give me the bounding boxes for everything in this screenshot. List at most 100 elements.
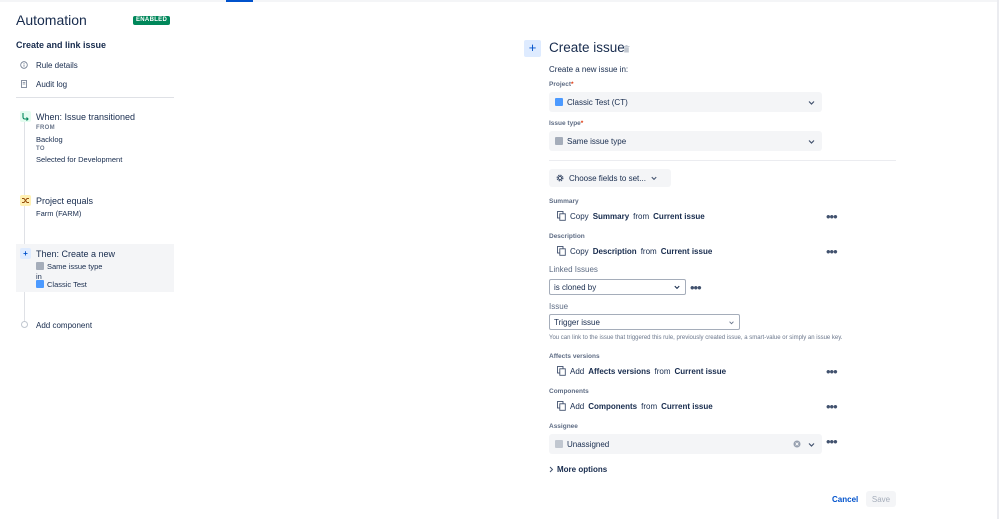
page-title: Automation bbox=[16, 12, 87, 28]
description-copy-row[interactable]: Copy Description from Current issue bbox=[557, 246, 712, 256]
assignee-controls bbox=[793, 440, 816, 449]
top-border bbox=[0, 0, 999, 2]
trigger-to-value: Selected for Development bbox=[36, 155, 123, 164]
trigger-component[interactable]: When: Issue transitioned FROM Backlog TO… bbox=[16, 110, 174, 166]
condition-title: Project equals bbox=[36, 196, 94, 206]
trigger-from-label: FROM bbox=[36, 125, 55, 131]
summary-more-icon[interactable]: ••• bbox=[826, 210, 838, 223]
chevron-down-icon bbox=[808, 100, 815, 105]
required-asterisk: * bbox=[580, 120, 584, 127]
save-button[interactable]: Save bbox=[866, 491, 896, 507]
components-source: Current issue bbox=[661, 401, 713, 411]
affects-versions-label: Affects versions bbox=[549, 353, 600, 360]
choose-fields-label: Choose fields to set... bbox=[569, 173, 646, 183]
action-project: Classic Test bbox=[36, 280, 87, 289]
chevron-down-icon bbox=[808, 139, 815, 144]
affects-versions-source: Current issue bbox=[674, 366, 727, 376]
nav-label: Audit log bbox=[36, 79, 68, 89]
summary-label: Summary bbox=[549, 198, 579, 205]
components-from: from bbox=[641, 401, 658, 411]
issue-select[interactable]: Trigger issue bbox=[549, 314, 740, 330]
issue-type-icon bbox=[36, 262, 44, 270]
copy-icon bbox=[557, 246, 566, 256]
trigger-to-label: TO bbox=[36, 146, 45, 152]
nav-rule-details[interactable]: Rule details bbox=[20, 58, 78, 72]
sidebar-divider bbox=[16, 97, 174, 98]
issue-type-value: Same issue type bbox=[567, 136, 627, 146]
clear-icon[interactable] bbox=[793, 440, 801, 448]
avatar-icon bbox=[555, 440, 563, 448]
affects-versions-field: Affects versions bbox=[588, 366, 651, 376]
project-label-text: Project bbox=[549, 81, 572, 88]
trigger-title: When: Issue transitioned bbox=[36, 112, 136, 122]
description-label: Description bbox=[549, 233, 585, 240]
affects-versions-action: Add bbox=[570, 366, 585, 376]
linked-issues-more-icon[interactable]: ••• bbox=[690, 281, 702, 294]
cancel-button[interactable]: Cancel bbox=[832, 495, 858, 504]
project-label: Project* bbox=[549, 81, 574, 88]
issue-type-select-value: Same issue type bbox=[555, 137, 626, 146]
issue-type-label: Issue type* bbox=[549, 120, 583, 127]
add-action-button[interactable]: + bbox=[524, 40, 541, 57]
linked-issues-label: Linked Issues bbox=[549, 265, 598, 274]
add-component-link[interactable]: Add component bbox=[36, 321, 92, 330]
project-select[interactable]: Classic Test (CT) bbox=[549, 92, 822, 112]
info-icon bbox=[20, 61, 28, 69]
description-from: from bbox=[640, 246, 657, 256]
rule-name: Create and link issue bbox=[16, 40, 107, 50]
transition-icon bbox=[20, 111, 31, 122]
condition-value: Farm (FARM) bbox=[36, 209, 82, 218]
more-options-toggle[interactable]: More options bbox=[549, 465, 607, 474]
project-select-value: Classic Test (CT) bbox=[555, 98, 628, 107]
action-issue-type: Same issue type bbox=[36, 262, 102, 271]
document-icon bbox=[20, 80, 28, 88]
assignee-label: Assignee bbox=[549, 423, 578, 430]
action-issue-type-label: Same issue type bbox=[47, 262, 103, 271]
editor-intro: Create a new issue in: bbox=[549, 65, 629, 74]
copy-icon bbox=[557, 366, 566, 376]
description-field: Description bbox=[592, 246, 637, 256]
components-label: Components bbox=[549, 388, 589, 395]
project-avatar-icon bbox=[36, 280, 44, 288]
chevron-down-icon bbox=[651, 176, 657, 181]
chevron-right-icon bbox=[549, 466, 554, 473]
nav-audit-log[interactable]: Audit log bbox=[20, 77, 67, 91]
condition-component[interactable]: Project equals Farm (FARM) bbox=[16, 194, 174, 220]
components-action: Add bbox=[570, 401, 585, 411]
summary-copy-row[interactable]: Copy Summary from Current issue bbox=[557, 211, 705, 221]
trash-icon[interactable] bbox=[623, 45, 630, 53]
description-action: Copy bbox=[570, 246, 589, 256]
affects-versions-row[interactable]: Add Affects versions from Current issue bbox=[557, 366, 726, 376]
summary-source: Current issue bbox=[653, 211, 705, 221]
action-title: Then: Create a new bbox=[36, 249, 116, 259]
assignee-more-icon[interactable]: ••• bbox=[826, 435, 838, 448]
issue-type-label-text: Issue type bbox=[549, 120, 581, 127]
editor-title: Create issue bbox=[549, 40, 625, 55]
assignee-value: Unassigned bbox=[567, 439, 610, 449]
affects-versions-more-icon[interactable]: ••• bbox=[826, 365, 838, 378]
chevron-down-icon bbox=[808, 442, 815, 447]
chevron-down-icon bbox=[674, 285, 680, 290]
issue-type-select[interactable]: Same issue type bbox=[549, 131, 822, 151]
description-more-icon[interactable]: ••• bbox=[826, 245, 838, 258]
gear-icon bbox=[556, 174, 564, 182]
copy-icon bbox=[557, 401, 566, 411]
choose-fields-button[interactable]: Choose fields to set... bbox=[549, 169, 671, 187]
link-type-select[interactable]: is cloned by bbox=[549, 279, 686, 295]
components-more-icon[interactable]: ••• bbox=[826, 400, 838, 413]
assignee-select[interactable]: Unassigned bbox=[549, 434, 822, 454]
editor-divider bbox=[549, 160, 896, 161]
plus-icon: + bbox=[20, 248, 31, 259]
nav-label: Rule details bbox=[36, 60, 78, 70]
project-value: Classic Test (CT) bbox=[567, 97, 628, 107]
top-tab-indicator bbox=[226, 0, 253, 2]
shuffle-icon bbox=[20, 195, 31, 206]
summary-field: Summary bbox=[592, 211, 630, 221]
chevron-down-icon bbox=[729, 320, 734, 324]
description-source: Current issue bbox=[660, 246, 713, 256]
components-row[interactable]: Add Components from Current issue bbox=[557, 401, 713, 411]
copy-icon bbox=[557, 211, 566, 221]
summary-from: from bbox=[633, 211, 650, 221]
summary-action: Copy bbox=[570, 211, 589, 221]
link-type-value: is cloned by bbox=[554, 282, 597, 292]
